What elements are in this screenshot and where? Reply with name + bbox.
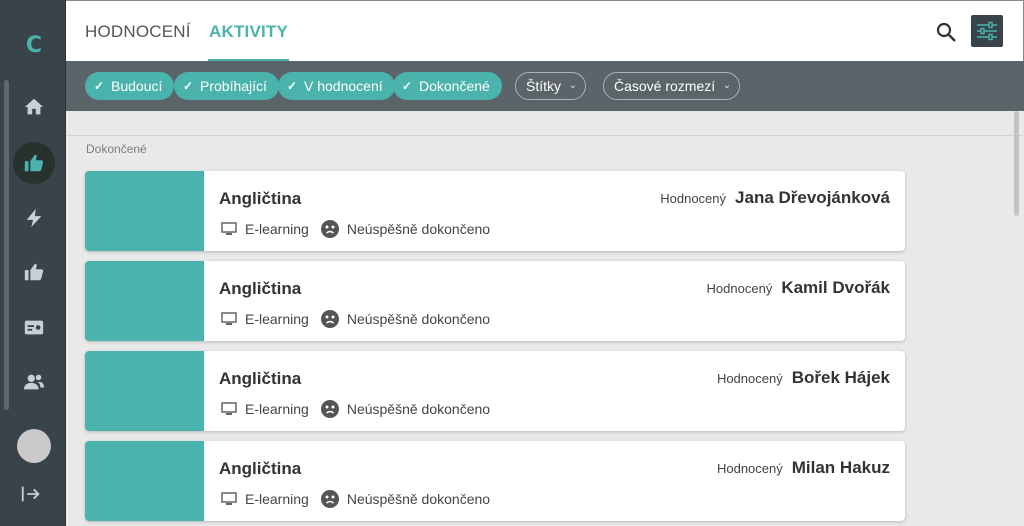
sidebar: C <box>0 0 66 526</box>
evaluator-label: Hodnocený <box>716 371 783 386</box>
tab-hodnoceni[interactable]: HODNOCENÍ <box>85 1 191 62</box>
thumbs-up-icon <box>24 154 44 172</box>
filter-settings-button[interactable] <box>971 15 1003 47</box>
avatar[interactable] <box>17 429 51 463</box>
monitor-icon <box>221 222 237 235</box>
activity-meta: E-learning Neúspěšně dokončeno <box>221 220 490 238</box>
sad-face-icon <box>320 400 339 418</box>
sad-face-icon <box>320 310 339 328</box>
evaluator-label: Hodnocený <box>706 281 773 296</box>
sad-face-icon <box>320 490 339 508</box>
activity-meta: E-learning Neúspěšně dokončeno <box>221 310 490 328</box>
activity-thumbnail <box>85 171 204 251</box>
activity-title: Angličtina <box>219 369 302 388</box>
evaluator: Hodnocený Kamil Dvořák <box>707 278 890 298</box>
dropdown-label: Štítky <box>526 78 562 94</box>
activity-status: Neúspěšně dokončeno <box>346 311 491 327</box>
activity-title: Angličtina <box>219 189 302 208</box>
check-icon: ✓ <box>402 79 413 93</box>
dropdown-label: Časové rozmezí <box>614 78 716 94</box>
sidebar-scrollbar[interactable] <box>4 80 9 410</box>
tags-dropdown[interactable]: Štítky ⌄ <box>515 72 587 100</box>
activity-title: Angličtina <box>219 279 302 298</box>
sidebar-item-home[interactable] <box>13 86 55 128</box>
activity-card[interactable]: Angličtina E-learning Neúspěšně dokončen… <box>85 441 905 521</box>
sidebar-item-profile[interactable] <box>13 306 55 348</box>
app-logo[interactable]: C <box>22 32 46 60</box>
evaluator: Hodnocený Jana Dřevojánková <box>660 188 890 208</box>
section-label: Dokončené <box>86 142 147 156</box>
sidebar-item-feedback[interactable] <box>13 251 55 293</box>
sidebar-item-activities[interactable] <box>13 142 55 184</box>
sad-face-icon <box>320 220 339 238</box>
filter-chip-budouci[interactable]: ✓ Budoucí <box>85 72 175 100</box>
filter-bar: ✓ Budoucí ✓ Probíhající ✓ V hodnocení ✓ Doko… <box>66 61 1024 111</box>
activity-type: E-learning <box>245 491 309 507</box>
check-icon: ✓ <box>183 79 194 93</box>
sliders-icon <box>977 21 997 41</box>
activity-list: Dokončené Angličtina E-learning Neúspěšn… <box>66 111 1023 526</box>
chip-label: Dokončené <box>419 78 490 94</box>
sidebar-item-lightning[interactable] <box>13 197 55 239</box>
chip-label: Probíhající <box>200 78 267 94</box>
activity-card[interactable]: Angličtina E-learning Neúspěšně dokončen… <box>85 171 905 251</box>
activity-status: Neúspěšně dokončeno <box>346 401 491 417</box>
tab-aktivity[interactable]: AKTIVITY <box>207 1 290 62</box>
chip-label: Budoucí <box>111 78 163 94</box>
check-icon: ✓ <box>94 79 105 93</box>
monitor-icon <box>221 492 237 505</box>
chevron-down-icon: ⌄ <box>722 80 732 91</box>
search-icon[interactable] <box>934 20 958 44</box>
evaluator: Hodnocený Milan Hakuz <box>717 458 890 478</box>
activity-title: Angličtina <box>219 459 302 478</box>
monitor-icon <box>221 402 237 415</box>
logout-icon[interactable] <box>20 483 42 505</box>
activity-meta: E-learning Neúspěšně dokončeno <box>221 400 490 418</box>
evaluator-name: Bořek Hájek <box>791 368 890 387</box>
activity-card[interactable]: Angličtina E-learning Neúspěšně dokončen… <box>85 261 905 341</box>
activity-type: E-learning <box>245 221 309 237</box>
monitor-icon <box>221 312 237 325</box>
filter-chip-probihajici[interactable]: ✓ Probíhající <box>174 72 279 100</box>
evaluator-label: Hodnocený <box>660 191 727 206</box>
activity-thumbnail <box>85 351 204 431</box>
activity-type: E-learning <box>245 311 309 327</box>
thumbs-up-icon <box>24 263 44 281</box>
activity-card[interactable]: Angličtina E-learning Neúspěšně dokončen… <box>85 351 905 431</box>
evaluator-name: Milan Hakuz <box>791 458 890 477</box>
time-range-dropdown[interactable]: Časové rozmezí ⌄ <box>603 72 741 100</box>
activity-status: Neúspěšně dokončeno <box>346 221 491 237</box>
evaluator-label: Hodnocený <box>716 461 783 476</box>
chevron-down-icon: ⌄ <box>568 80 578 91</box>
people-icon <box>23 374 45 390</box>
content-scrollbar[interactable] <box>1014 111 1019 216</box>
chip-label: V hodnocení <box>304 78 383 94</box>
evaluator-name: Jana Dřevojánková <box>735 188 890 207</box>
divider <box>66 135 1023 136</box>
activity-thumbnail <box>85 261 204 341</box>
activity-type: E-learning <box>245 401 309 417</box>
evaluator: Hodnocený Bořek Hájek <box>717 368 890 388</box>
activity-status: Neúspěšně dokončeno <box>346 491 491 507</box>
activity-thumbnail <box>85 441 204 521</box>
filter-chip-dokoncene[interactable]: ✓ Dokončené <box>393 72 502 100</box>
home-icon <box>24 98 44 115</box>
sidebar-item-team[interactable] <box>13 361 55 403</box>
check-icon: ✓ <box>287 79 298 93</box>
filter-chip-v-hodnoceni[interactable]: ✓ V hodnocení <box>278 72 395 100</box>
activity-meta: E-learning Neúspěšně dokončeno <box>221 490 490 508</box>
top-bar: HODNOCENÍ AKTIVITY <box>66 0 1024 62</box>
lightning-icon <box>26 208 42 228</box>
evaluator-name: Kamil Dvořák <box>781 278 890 297</box>
id-card-icon <box>24 320 44 335</box>
